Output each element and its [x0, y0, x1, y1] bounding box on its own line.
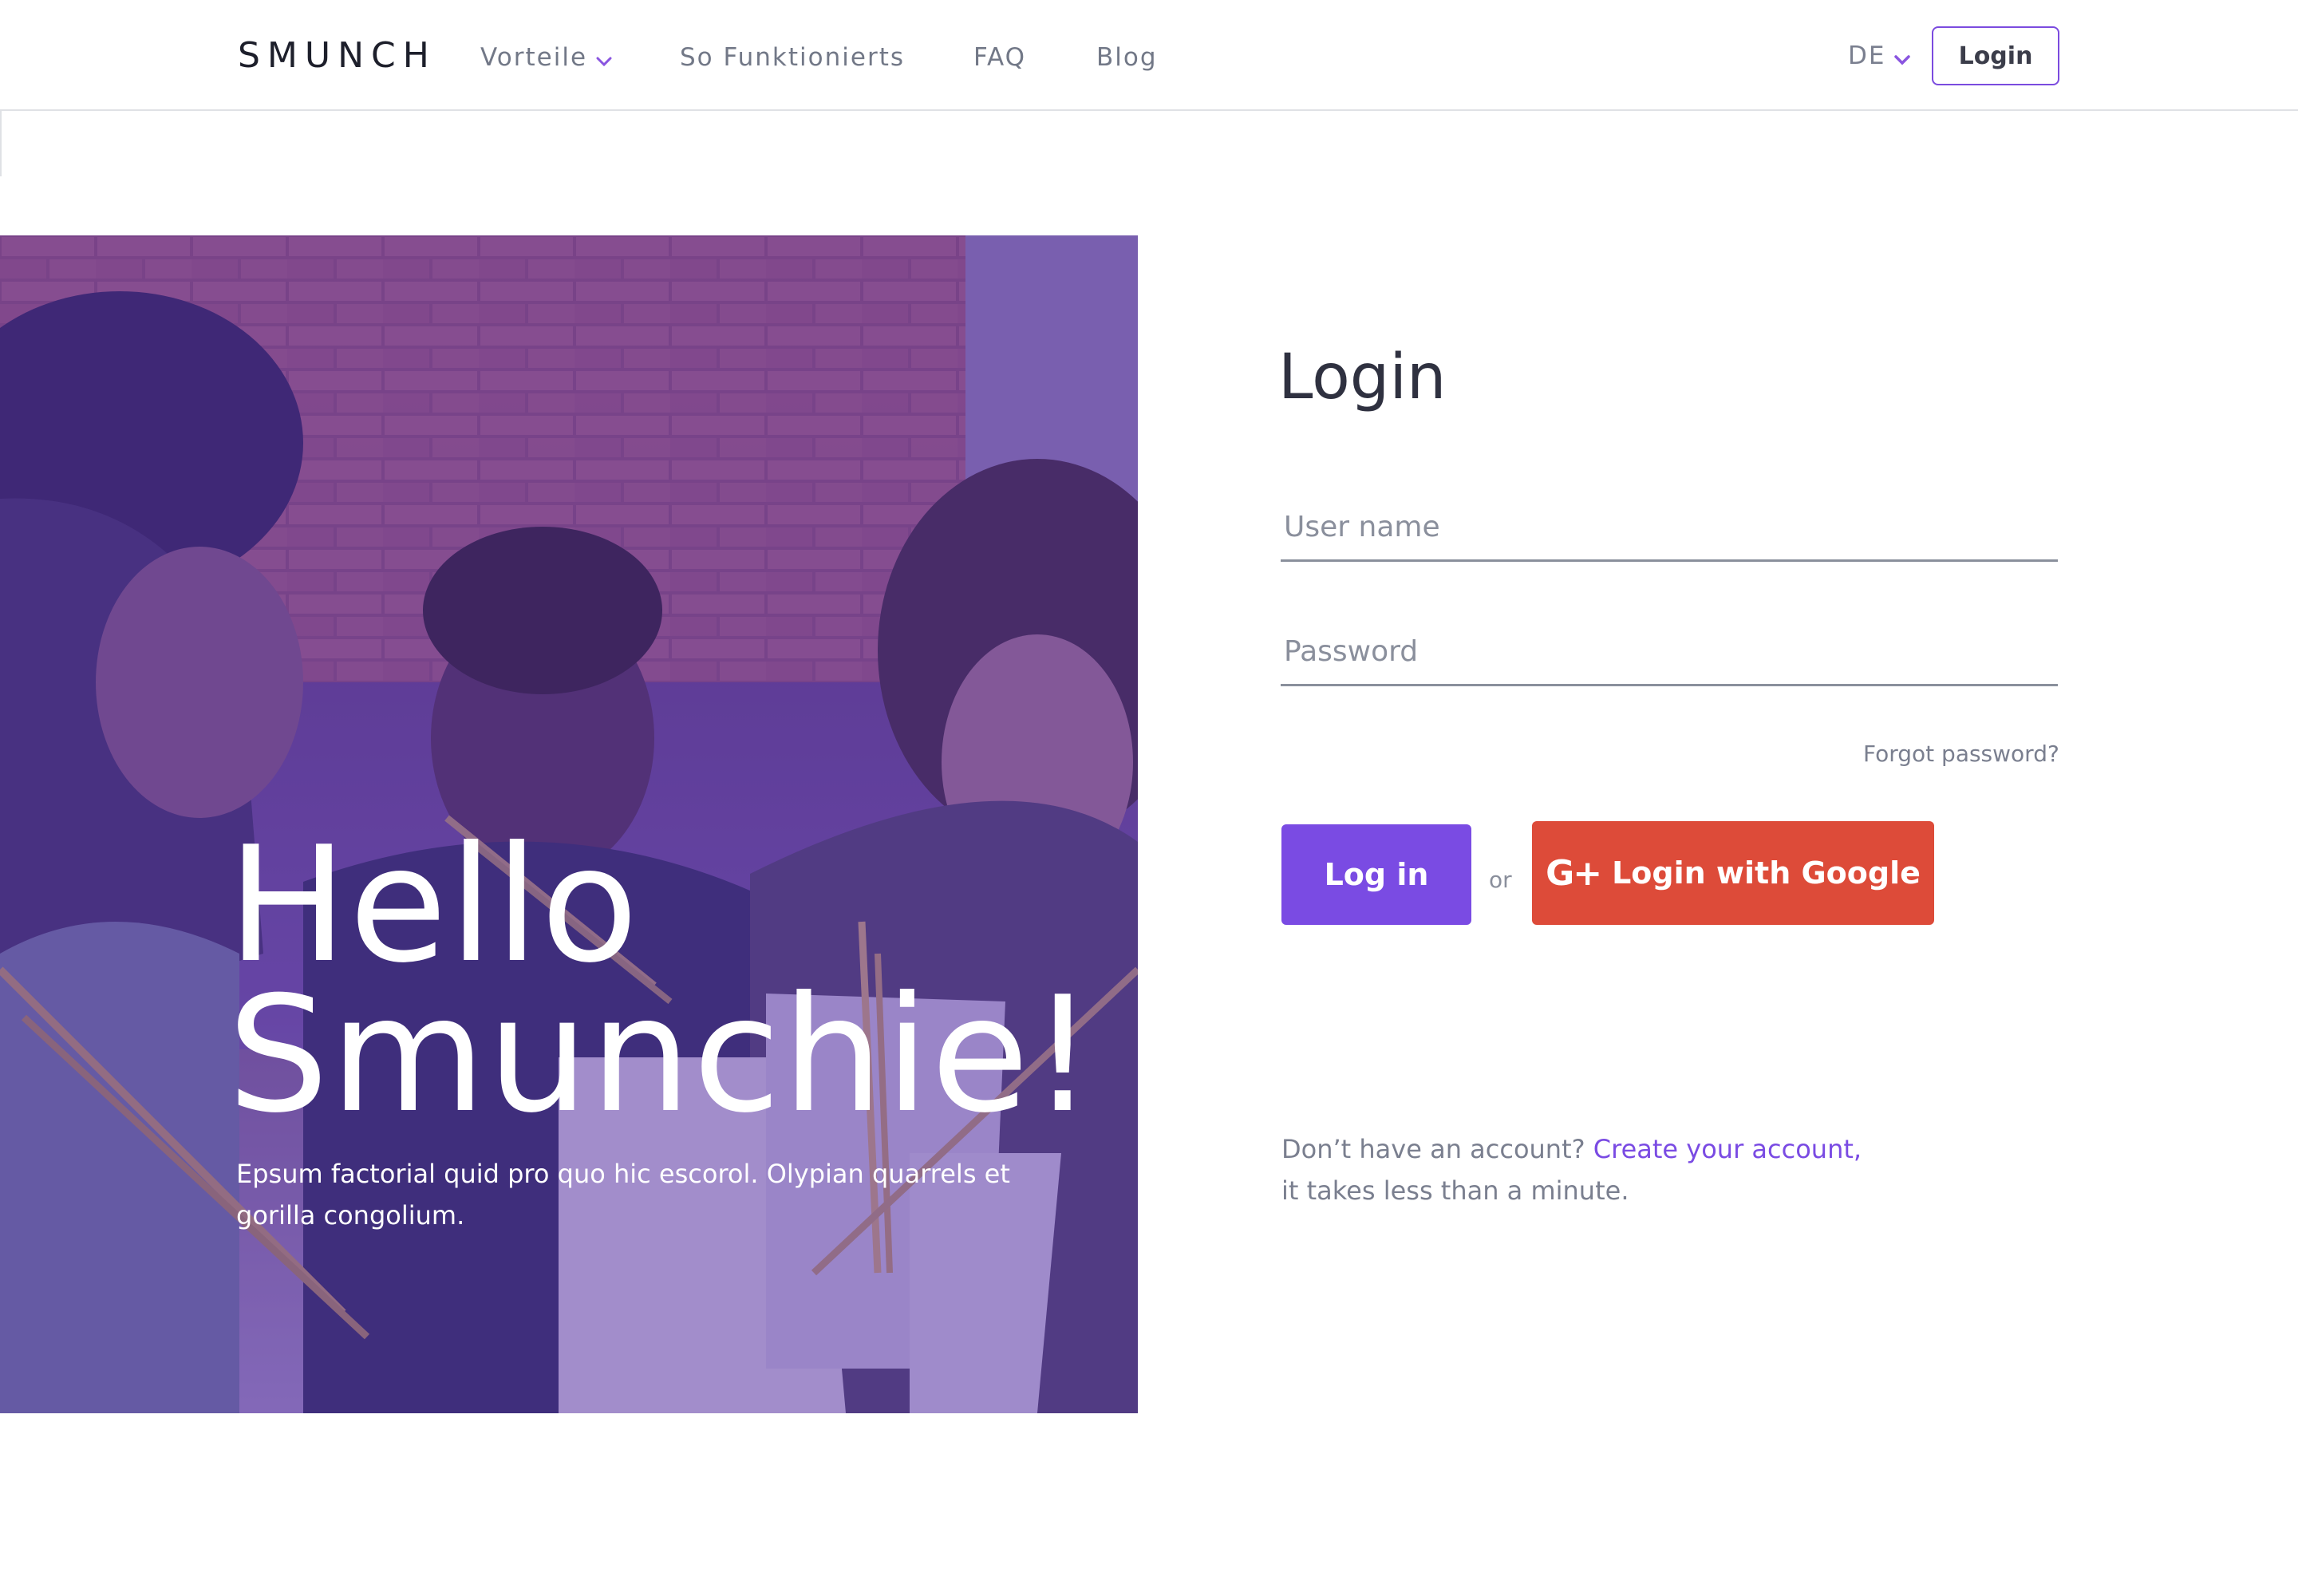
- login-button[interactable]: Log in: [1281, 824, 1471, 925]
- chevron-down-icon: [1893, 43, 1911, 72]
- username-input[interactable]: [1281, 506, 2058, 562]
- divider: [0, 111, 2, 176]
- signup-note: it takes less than a minute.: [1281, 1175, 1629, 1206]
- hero-subtitle: Epsum factorial quid pro quo hic escorol…: [236, 1159, 1010, 1231]
- google-button-label: Login with Google: [1612, 855, 1921, 891]
- signup-prompt: Don’t have an account? Create your accou…: [1281, 1128, 2000, 1211]
- nav-vorteile[interactable]: Vorteile: [480, 43, 613, 73]
- hero-image-panel: Hello Smunchie! Epsum factorial quid pro…: [0, 235, 1138, 1413]
- smunch-logo[interactable]: SMUNCH: [238, 35, 436, 76]
- nav-blog[interactable]: Blog: [1096, 43, 1158, 72]
- hero-title-line1: Hello: [227, 812, 640, 998]
- no-account-text: Don’t have an account?: [1281, 1134, 1585, 1164]
- hero-title: Hello Smunchie!: [227, 812, 1096, 1148]
- nav-faq[interactable]: FAQ: [973, 43, 1026, 72]
- hero-title-line2: Smunchie!: [227, 962, 1096, 1148]
- or-separator: or: [1489, 867, 1512, 893]
- create-account-link[interactable]: Create your account,: [1593, 1134, 1862, 1164]
- nav-vorteile-label: Vorteile: [480, 43, 588, 72]
- language-label: DE: [1848, 41, 1886, 70]
- login-with-google-button[interactable]: G+ Login with Google: [1532, 821, 1934, 925]
- nav-so-funktionierts[interactable]: So Funktionierts: [680, 43, 905, 72]
- chevron-down-icon: [595, 45, 613, 73]
- language-selector[interactable]: DE: [1848, 41, 1911, 72]
- google-plus-icon: G+: [1546, 852, 1602, 894]
- forgot-password-link[interactable]: Forgot password?: [1863, 741, 2059, 767]
- password-input[interactable]: [1281, 630, 2058, 686]
- top-navbar: SMUNCH Vorteile So Funktionierts FAQ Blo…: [0, 0, 2298, 111]
- header-login-button[interactable]: Login: [1932, 26, 2059, 85]
- login-title: Login: [1278, 342, 1447, 413]
